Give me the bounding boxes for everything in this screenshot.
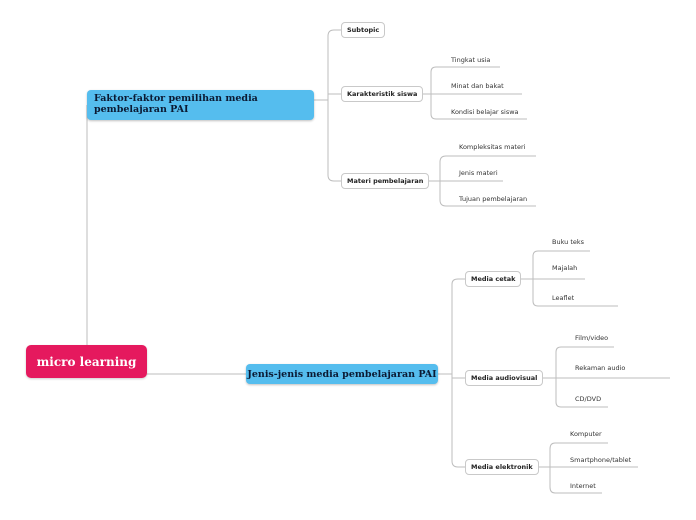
leaf-topic[interactable]: Majalah: [552, 264, 577, 272]
main-topic-label: Jenis-jenis media pembelajaran PAI: [247, 368, 437, 380]
subtopic-label: Media audiovisual: [471, 374, 538, 382]
leaf-topic[interactable]: Tingkat usia: [451, 56, 490, 64]
main-topic-faktor[interactable]: Faktor-faktor pemilihan media pembelajar…: [87, 90, 314, 120]
leaf-topic[interactable]: Internet: [570, 482, 596, 490]
connector-lines: [86, 29, 670, 494]
leaf-topic[interactable]: Jenis materi: [459, 169, 498, 177]
leaf-topic[interactable]: Tujuan pembelajaran: [459, 195, 527, 203]
central-topic-label: micro learning: [36, 354, 137, 369]
leaf-topic[interactable]: Leaflet: [552, 294, 574, 302]
connector-branch2-subs: [438, 278, 465, 468]
subtopic-media-elektronik[interactable]: Media elektronik: [465, 459, 539, 475]
leaf-topic[interactable]: CD/DVD: [575, 395, 601, 403]
leaf-topic[interactable]: Kondisi belajar siswa: [451, 108, 519, 116]
subtopic-materi-pembelajaran[interactable]: Materi pembelajaran: [341, 173, 430, 189]
main-topic-jenis[interactable]: Jenis-jenis media pembelajaran PAI: [246, 364, 438, 384]
leaf-topic[interactable]: Film/video: [575, 334, 608, 342]
leaf-topic[interactable]: Minat dan bakat: [451, 82, 504, 90]
subtopic-label: Media elektronik: [471, 463, 533, 471]
subtopic-label: Karakteristik siswa: [347, 90, 418, 98]
subtopic-label: Materi pembelajaran: [347, 177, 424, 185]
connector-branch1-subs: [314, 29, 342, 182]
central-topic[interactable]: micro learning: [26, 345, 147, 378]
connector-audiovisual-leaves: [543, 346, 670, 408]
leaf-topic[interactable]: Kompleksitas materi: [459, 143, 525, 151]
main-topic-label: Faktor-faktor pemilihan media pembelajar…: [94, 93, 258, 115]
leaf-topic[interactable]: Buku teks: [552, 238, 584, 246]
subtopic-label: Subtopic: [347, 26, 380, 34]
subtopic-label: Media cetak: [471, 275, 516, 283]
leaf-topic[interactable]: Rekaman audio: [575, 364, 625, 372]
subtopic-subtopic[interactable]: Subtopic: [341, 22, 386, 38]
subtopic-media-audiovisual[interactable]: Media audiovisual: [465, 370, 544, 386]
subtopic-karakteristik-siswa[interactable]: Karakteristik siswa: [341, 86, 424, 102]
leaf-topic[interactable]: Smartphone/tablet: [570, 456, 631, 464]
leaf-topic[interactable]: Komputer: [570, 430, 602, 438]
subtopic-media-cetak[interactable]: Media cetak: [465, 271, 522, 287]
